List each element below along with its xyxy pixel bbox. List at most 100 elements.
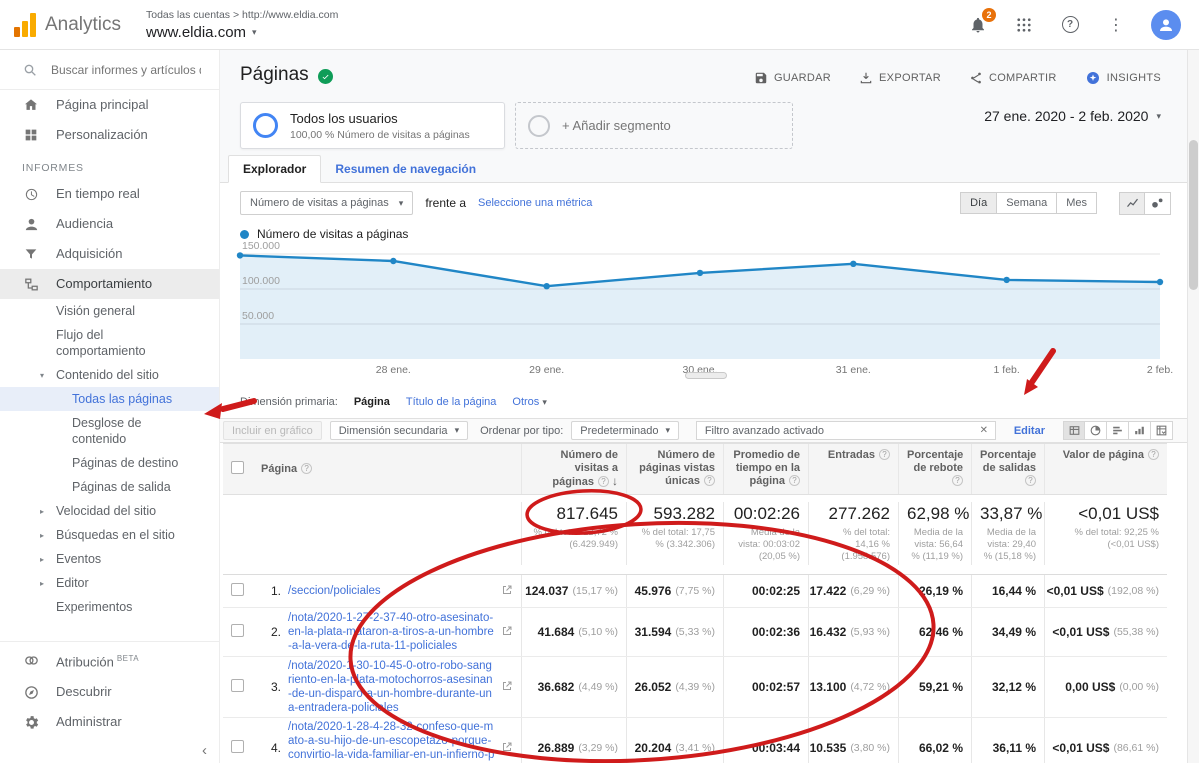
page-link[interactable]: /seccion/policiales: [288, 584, 495, 598]
external-link-icon[interactable]: [501, 625, 513, 640]
sidebar-item-admin[interactable]: Administrar: [0, 707, 219, 737]
view-comparison-button[interactable]: [1129, 421, 1151, 440]
view-pivot-button[interactable]: [1151, 421, 1173, 440]
edit-filter-link[interactable]: Editar: [1014, 425, 1045, 437]
row-checkbox[interactable]: [231, 583, 244, 596]
sidebar-item-experiments[interactable]: Experimentos: [0, 595, 219, 619]
breadcrumb-path[interactable]: http://www.eldia.com: [242, 9, 338, 21]
dimension-page[interactable]: Página: [354, 396, 390, 408]
granularity-month-button[interactable]: Mes: [1057, 192, 1097, 214]
metric-value: 16.432: [810, 625, 847, 639]
sidebar-item-home[interactable]: Página principal: [0, 90, 219, 120]
attribution-icon: [22, 651, 40, 669]
primary-dimension-label: Dimensión primaria:: [240, 396, 338, 408]
view-table-button[interactable]: [1063, 421, 1085, 440]
sidebar-item-audience[interactable]: Audiencia: [0, 209, 219, 239]
sidebar-item-realtime[interactable]: En tiempo real: [0, 179, 219, 209]
external-link-icon[interactable]: [501, 584, 513, 599]
close-icon[interactable]: [973, 422, 995, 439]
granularity-day-button[interactable]: Día: [960, 192, 997, 214]
flow-icon: [22, 275, 40, 293]
external-link-icon[interactable]: [501, 680, 513, 695]
date-range-picker[interactable]: 27 ene. 2020 - 2 feb. 2020: [984, 108, 1161, 124]
column-header-avg-time[interactable]: Promedio de tiempo en la página: [723, 444, 808, 494]
account-breadcrumb[interactable]: Todas las cuentas > http://www.eldia.com…: [146, 9, 338, 41]
segment-all-users[interactable]: Todos los usuarios 100,00 % Número de vi…: [240, 102, 505, 149]
page-link[interactable]: /nota/2020-1-28-4-28-32-confeso-que-mato…: [288, 720, 495, 763]
breadcrumb-root[interactable]: Todas las cuentas: [146, 9, 230, 21]
summary-avg-time: 00:02:26: [732, 504, 800, 524]
row-checkbox[interactable]: [231, 740, 244, 753]
notifications-button[interactable]: 2: [967, 14, 989, 36]
column-header-unique-pageviews[interactable]: Número de páginas vistas únicas: [626, 444, 723, 494]
page-link[interactable]: /nota/2020-1-27-2-37-40-otro-asesinato-e…: [288, 611, 495, 653]
vertical-scrollbar[interactable]: [1187, 50, 1199, 763]
motion-chart-button[interactable]: [1145, 192, 1171, 215]
tab-navigation-summary[interactable]: Resumen de navegación: [321, 156, 490, 183]
ap​ps-grid-button[interactable]: [1013, 14, 1035, 36]
more-menu-button[interactable]: [1105, 14, 1127, 36]
sidebar-item-customization[interactable]: Personalización: [0, 120, 219, 150]
help-icon: [704, 475, 715, 486]
select-metric-link[interactable]: Seleccione una métrica: [478, 197, 592, 209]
timeseries-chart[interactable]: 150.000 100.000 50.000: [240, 246, 1160, 366]
secondary-dimension-button[interactable]: Dimensión secundaria: [330, 421, 468, 440]
dimension-others[interactable]: Otros: [512, 396, 547, 408]
brand[interactable]: Analytics: [0, 13, 132, 37]
segment-ring-icon: [253, 113, 278, 138]
sidebar-item-exit-pages[interactable]: Páginas de salida: [0, 475, 219, 499]
column-header-exit-rate[interactable]: Porcentaje de salidas: [971, 444, 1044, 494]
row-checkbox[interactable]: [231, 624, 244, 637]
date-range-value: 27 ene. 2020 - 2 feb. 2020: [984, 108, 1148, 124]
metric-value: 13.100: [810, 680, 847, 694]
plot-rows-button[interactable]: Incluir en gráfico: [223, 421, 322, 440]
help-button[interactable]: [1059, 14, 1081, 36]
select-all-checkbox[interactable]: [231, 461, 244, 474]
sidebar-item-behavior-flow[interactable]: Flujo del comportamiento: [0, 323, 219, 363]
metric-selector[interactable]: Número de visitas a páginas: [240, 191, 413, 215]
sidebar-item-attribution[interactable]: AtribuciónBETA: [0, 644, 219, 677]
timeline-slider-handle[interactable]: [685, 372, 727, 379]
pages-table: Página Número de visitas a páginas Númer…: [223, 443, 1167, 763]
sidebar-item-discover[interactable]: Descubrir: [0, 677, 219, 707]
sidebar-item-site-content[interactable]: Contenido del sitio: [0, 363, 219, 387]
column-header-page-value[interactable]: Valor de página: [1044, 444, 1167, 494]
share-button[interactable]: COMPARTIR: [969, 71, 1057, 85]
insights-button[interactable]: INSIGHTS: [1085, 70, 1161, 86]
sidebar-item-site-speed[interactable]: Velocidad del sitio: [0, 499, 219, 523]
y-tick-label: 150.000: [242, 240, 280, 252]
sort-type-button[interactable]: Predeterminado: [571, 421, 679, 440]
external-link-icon[interactable]: [501, 741, 513, 756]
column-header-entrances[interactable]: Entradas: [808, 444, 898, 494]
search-input[interactable]: [51, 63, 201, 77]
sidebar-item-behavior[interactable]: Comportamiento: [0, 269, 219, 299]
export-button[interactable]: EXPORTAR: [859, 71, 941, 85]
column-header-page[interactable]: Página: [253, 458, 521, 481]
sidebar-collapse-button[interactable]: [202, 742, 207, 759]
view-percentage-button[interactable]: [1085, 421, 1107, 440]
avatar[interactable]: [1151, 10, 1181, 40]
sidebar-item-publisher[interactable]: Editor: [0, 571, 219, 595]
page-link[interactable]: /nota/2020-1-30-10-45-0-otro-robo-sangri…: [288, 659, 495, 715]
sidebar-search[interactable]: [0, 50, 219, 90]
column-header-bounce-rate[interactable]: Porcentaje de rebote: [898, 444, 971, 494]
sidebar-item-site-search[interactable]: Búsquedas en el sitio: [0, 523, 219, 547]
sidebar-item-acquisition[interactable]: Adquisición: [0, 239, 219, 269]
granularity-week-button[interactable]: Semana: [997, 192, 1057, 214]
tab-explorer[interactable]: Explorador: [228, 155, 321, 183]
line-chart-button[interactable]: [1119, 192, 1145, 215]
add-segment-button[interactable]: + Añadir segmento: [515, 102, 793, 149]
sidebar-item-events[interactable]: Eventos: [0, 547, 219, 571]
dimension-page-title[interactable]: Título de la página: [406, 396, 497, 408]
view-performance-button[interactable]: [1107, 421, 1129, 440]
sidebar-item-content-drilldown[interactable]: Desglose de contenido: [0, 411, 219, 451]
chart-legend: Número de visitas a páginas: [240, 227, 408, 241]
sidebar-item-behavior-overview[interactable]: Visión general: [0, 299, 219, 323]
column-header-pageviews[interactable]: Número de visitas a páginas: [521, 444, 626, 494]
sidebar-item-landing-pages[interactable]: Páginas de destino: [0, 451, 219, 475]
row-checkbox[interactable]: [231, 679, 244, 692]
scrollbar-thumb[interactable]: [1189, 140, 1198, 290]
property-name[interactable]: www.eldia.com: [146, 24, 246, 41]
sidebar-item-all-pages[interactable]: Todas las páginas: [0, 387, 219, 411]
save-button[interactable]: GUARDAR: [754, 71, 831, 85]
